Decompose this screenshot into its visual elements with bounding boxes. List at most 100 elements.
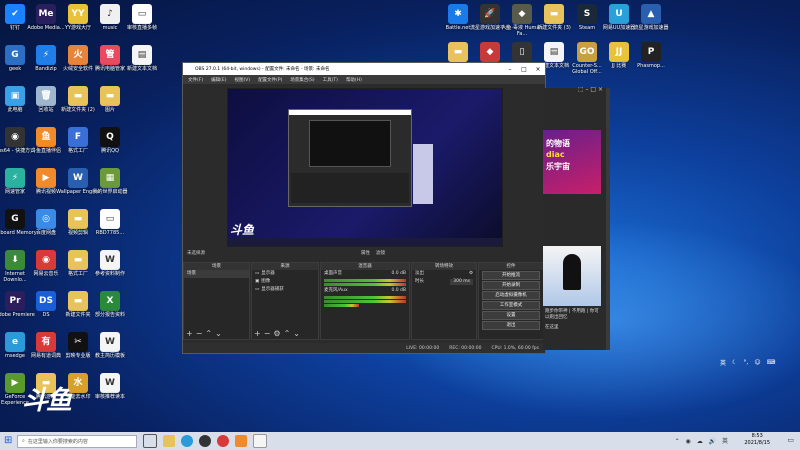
app-icon: ▶	[36, 168, 56, 188]
close-button[interactable]: ×	[531, 66, 545, 73]
desktop-icon-label: 审核推荐读本	[94, 394, 125, 400]
task-view-icon[interactable]	[143, 434, 157, 448]
desktop-icon-label: 审核直播多帧	[126, 25, 157, 31]
scene-item[interactable]: 场景	[184, 270, 249, 278]
obs-titlebar[interactable]: OBS 27.0.1 (64-bit, windows) - 配置文件: 未命名…	[183, 63, 545, 75]
smile-icon[interactable]: ☺	[754, 359, 760, 366]
app-icon: ▬	[68, 291, 88, 311]
desktop-icon[interactable]: ▭ RBD7785...	[88, 209, 132, 236]
scene-controls[interactable]: +−⌃⌄	[186, 329, 225, 338]
source-item[interactable]: ▭ 显示器	[252, 270, 318, 278]
desktop-icon[interactable]: W 参考资料制作	[88, 250, 132, 277]
preview-nested-obs	[288, 109, 412, 207]
douyu-watermark: 斗鱼	[22, 386, 72, 416]
keyboard-icon[interactable]: ⌨	[767, 359, 776, 366]
start-streaming-button[interactable]: 开始推流	[482, 271, 540, 280]
desktop-icon[interactable]: W 审核推荐读本	[88, 373, 132, 400]
app-icon: ✱	[448, 4, 468, 24]
display-icon: ▭	[255, 287, 260, 292]
source-label: 显示器捕获	[261, 287, 284, 292]
notepad-icon[interactable]	[253, 434, 267, 448]
obs-taskbar-icon[interactable]	[199, 435, 211, 447]
desktop-icon[interactable]: ▭ 审核直播多帧	[120, 4, 164, 31]
app-icon: ♪	[100, 4, 120, 24]
ime-punct[interactable]: °,	[743, 359, 748, 366]
app-icon: G	[5, 209, 25, 229]
desktop-icon[interactable]: P Phasmop...	[629, 42, 673, 69]
studio-mode-button[interactable]: 工作室模式	[482, 301, 540, 310]
obs-window[interactable]: OBS 27.0.1 (64-bit, windows) - 配置文件: 未命名…	[182, 62, 546, 354]
desktop-icon-label: 参考资料制作	[94, 271, 125, 277]
maximize-button[interactable]: □	[517, 66, 531, 73]
promo-banner[interactable]: 的物语 diac 乐宇宙	[543, 130, 601, 194]
audio-meter	[324, 279, 406, 282]
app-icon: ▤	[544, 42, 564, 62]
app-icon: ▦	[100, 168, 120, 188]
app-icon: ✂	[68, 332, 88, 352]
app-icon: 水	[68, 373, 88, 393]
ime-toolbar[interactable]: 英 ☾ °, ☺ ⌨	[720, 355, 800, 369]
taskbar-clock[interactable]: 8:53 2021/8/15	[744, 433, 770, 447]
windows-start-icon[interactable]: ⊞	[4, 435, 12, 446]
transitions-dock: 转场特效 淡出 ⚙ 时长 300 ms	[411, 262, 477, 340]
properties-button[interactable]: 属性	[361, 250, 370, 256]
desktop-icon[interactable]: W 教主简历模板	[88, 332, 132, 359]
audio-meter	[324, 304, 360, 307]
settings-button[interactable]: 设置	[482, 311, 540, 320]
start-recording-button[interactable]: 开始录制	[482, 281, 540, 290]
background-app-window[interactable]: ⬚ – □ × 的物语 diac 乐宇宙 跑步你带神 | 不用跑 | 你可以跑出…	[543, 86, 607, 350]
no-source-selected: 未选择源	[187, 251, 205, 256]
minimize-button[interactable]: –	[503, 66, 517, 73]
exit-button[interactable]: 退出	[482, 321, 540, 330]
douyu-icon[interactable]	[235, 435, 247, 447]
obs-menu-item[interactable]: 视图(V)	[234, 77, 250, 83]
source-item[interactable]: ▣ 图像	[252, 278, 318, 286]
obs-menu-item[interactable]: 帮助(H)	[346, 77, 362, 83]
window-controls[interactable]: ⬚ – □ ×	[578, 86, 603, 93]
desktop-icon-label: 腾讯QQ	[101, 148, 119, 154]
system-tray-icons[interactable]: ⌃ ◉ ☁ 🔊 英	[675, 436, 730, 445]
filters-button[interactable]: 滤镜	[376, 250, 385, 256]
search-icon: ⌕	[22, 438, 25, 444]
banner-line: 乐宇宙	[546, 162, 570, 171]
small-text: 在这里	[545, 325, 559, 330]
desktop-icon[interactable]: X 部分报告资料	[88, 291, 132, 318]
app-icon: ▬	[68, 250, 88, 270]
desktop-icon[interactable]: ▤ 新建文本文档	[120, 45, 164, 72]
video-thumbnail[interactable]	[543, 246, 601, 306]
file-explorer-icon[interactable]	[163, 435, 175, 447]
ime-mode[interactable]: 英	[720, 358, 726, 367]
app-icon: ▬	[100, 86, 120, 106]
mixer-dock-title: 混音器	[321, 263, 409, 270]
obs-preview-canvas[interactable]: 斗鱼	[227, 88, 503, 247]
desktop-icon[interactable]: ▲ 流星游戏加速器	[629, 4, 673, 31]
taskbar-search[interactable]: ⌕ 在这里输入你要搜索的内容	[17, 434, 137, 448]
moon-icon[interactable]: ☾	[732, 359, 737, 366]
obs-menu-item[interactable]: 工具(T)	[323, 77, 338, 83]
desktop-icon[interactable]: Q 腾讯QQ	[88, 127, 132, 154]
app-icon: DS	[36, 291, 56, 311]
transition-duration[interactable]: 时长 300 ms	[412, 278, 476, 286]
desktop-icon[interactable]: ▦ 我的世界启动器	[88, 168, 132, 195]
app-icon: ▬	[448, 42, 468, 62]
scenes-dock: 场景 场景 +−⌃⌄	[183, 262, 250, 340]
obs-menu-item[interactable]: 场景集合(S)	[290, 77, 314, 83]
desktop-icon[interactable]: ▬ 图片	[88, 86, 132, 113]
source-controls[interactable]: +−⚙⌃⌄	[254, 329, 303, 338]
transition-type-select[interactable]: 淡出 ⚙	[412, 270, 476, 278]
app-icon: GO	[577, 42, 597, 62]
source-item[interactable]: ▭ 显示器捕获	[252, 286, 318, 294]
app-icon: ▯	[512, 42, 532, 62]
edge-icon[interactable]	[181, 435, 193, 447]
app-icon: ▭	[132, 4, 152, 24]
image-icon: ▣	[255, 279, 260, 284]
netease-music-icon[interactable]	[217, 435, 229, 447]
virtual-camera-button[interactable]: 启动虚拟摄像机	[482, 291, 540, 300]
obs-menu-item[interactable]: 编辑(E)	[211, 77, 226, 83]
gear-icon[interactable]: ⚙	[469, 271, 473, 277]
obs-menu-item[interactable]: 配置文件(P)	[258, 77, 282, 83]
notification-icon[interactable]: ▭	[787, 436, 794, 444]
desktop-icon-label: 图片	[104, 107, 115, 113]
app-icon: Me	[36, 4, 56, 24]
obs-menu-item[interactable]: 文件(F)	[188, 77, 203, 83]
